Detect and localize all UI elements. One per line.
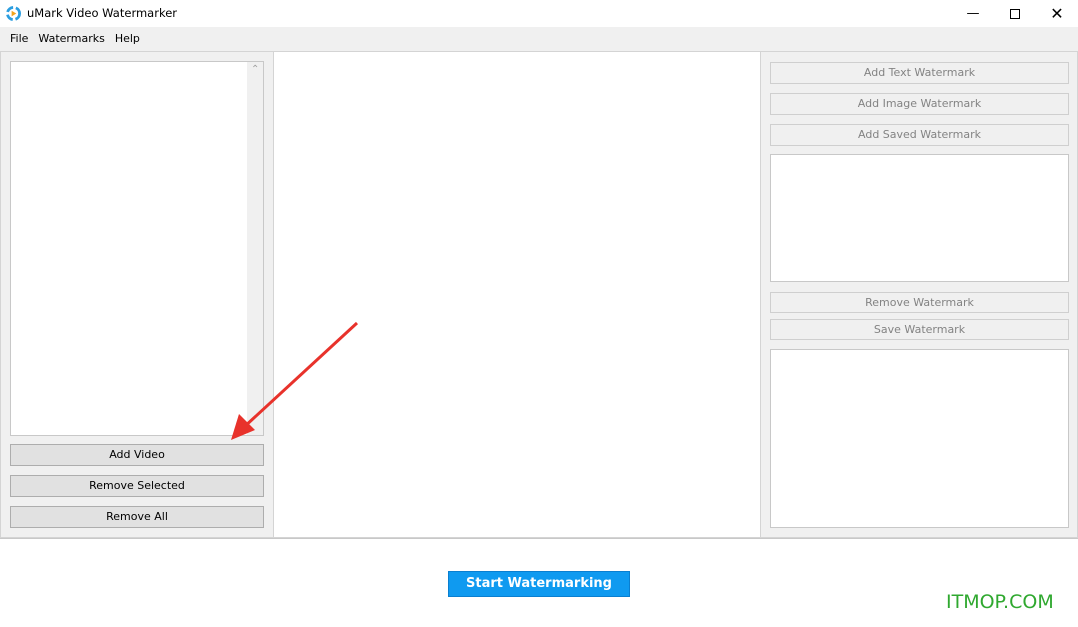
site-watermark: ITMOP.COM bbox=[946, 591, 1054, 613]
minimize-button[interactable]: — bbox=[950, 0, 996, 27]
footer: Start Watermarking ITMOP.COM bbox=[0, 538, 1078, 627]
scroll-up-icon[interactable]: ⌃ bbox=[251, 64, 259, 75]
video-preview bbox=[273, 51, 761, 538]
watermark-properties bbox=[770, 349, 1069, 528]
title-bar: uMark Video Watermarker — ✕ bbox=[0, 0, 1078, 27]
close-button[interactable]: ✕ bbox=[1034, 0, 1078, 27]
add-image-watermark-button[interactable]: Add Image Watermark bbox=[770, 93, 1069, 115]
maximize-button[interactable] bbox=[992, 0, 1038, 27]
remove-selected-button[interactable]: Remove Selected bbox=[10, 475, 264, 497]
remove-watermark-button[interactable]: Remove Watermark bbox=[770, 292, 1069, 313]
menu-help[interactable]: Help bbox=[110, 27, 145, 51]
add-text-watermark-button[interactable]: Add Text Watermark bbox=[770, 62, 1069, 84]
save-watermark-button[interactable]: Save Watermark bbox=[770, 319, 1069, 340]
video-list-panel: ⌃ Add Video Remove Selected Remove All bbox=[0, 51, 274, 538]
remove-all-button[interactable]: Remove All bbox=[10, 506, 264, 528]
window-title: uMark Video Watermarker bbox=[27, 6, 177, 20]
add-saved-watermark-button[interactable]: Add Saved Watermark bbox=[770, 124, 1069, 146]
menu-watermarks[interactable]: Watermarks bbox=[33, 27, 109, 51]
menu-bar: File Watermarks Help bbox=[0, 27, 1078, 51]
red-arrow-annotation bbox=[231, 321, 359, 440]
start-watermarking-button[interactable]: Start Watermarking bbox=[448, 571, 630, 597]
maximize-icon bbox=[1010, 8, 1020, 19]
app-logo-icon bbox=[6, 6, 21, 21]
watermark-panel: Add Text Watermark Add Image Watermark A… bbox=[760, 51, 1078, 538]
menu-file[interactable]: File bbox=[5, 27, 33, 51]
watermark-list[interactable] bbox=[770, 154, 1069, 282]
